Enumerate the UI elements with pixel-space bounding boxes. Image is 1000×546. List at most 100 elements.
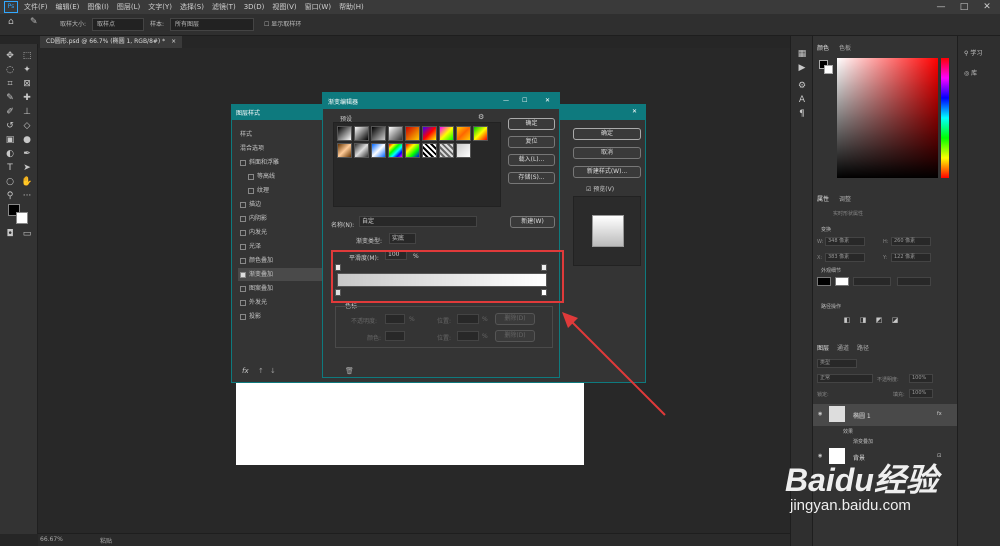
- w-field[interactable]: 348 像素: [825, 237, 865, 246]
- stop-location-input[interactable]: [457, 314, 479, 324]
- learn-button[interactable]: ⚲ 学习: [964, 48, 982, 57]
- subtract-icon[interactable]: ◨: [857, 314, 869, 326]
- brush-icon[interactable]: ✐: [4, 106, 16, 118]
- ls-new-style-button[interactable]: 新建样式(W)...: [573, 166, 641, 178]
- ls-drop-shadow-checkbox[interactable]: [240, 313, 246, 320]
- ls-inner-shadow[interactable]: 内阴影: [240, 212, 320, 225]
- crop-icon[interactable]: ⌗: [4, 78, 16, 90]
- preset-swatch[interactable]: [371, 143, 386, 158]
- hue-slider[interactable]: [941, 58, 949, 178]
- heal-icon[interactable]: ✚: [21, 92, 33, 104]
- fx-button[interactable]: fx: [242, 367, 249, 375]
- bucket-icon[interactable]: ▣: [4, 134, 16, 146]
- preset-swatch[interactable]: [439, 126, 454, 141]
- blend-mode-select[interactable]: 正常: [817, 374, 873, 383]
- menu-type[interactable]: 文字(Y): [148, 2, 172, 12]
- stop-color-swatch[interactable]: [385, 331, 405, 341]
- wand-icon[interactable]: ✦: [21, 64, 33, 76]
- stop-opacity-input[interactable]: [385, 314, 405, 324]
- move-up-button[interactable]: ↑: [258, 367, 264, 375]
- tab-color[interactable]: 颜色: [817, 43, 829, 52]
- menu-window[interactable]: 窗口(W): [305, 2, 331, 12]
- ls-bevel[interactable]: 斜面和浮雕: [240, 156, 320, 169]
- preset-swatch[interactable]: [337, 143, 352, 158]
- blur-icon[interactable]: ●: [21, 134, 33, 146]
- ls-styles[interactable]: 样式: [240, 128, 320, 141]
- preset-swatch[interactable]: [473, 126, 488, 141]
- presets-gear-icon[interactable]: ⚙: [478, 113, 484, 121]
- move-down-button[interactable]: ↓: [270, 367, 276, 375]
- gradient-type-select[interactable]: 实底: [389, 233, 416, 244]
- ge-ok-button[interactable]: 确定: [508, 118, 555, 130]
- sample-size-select[interactable]: 取样点: [92, 18, 144, 31]
- menu-edit[interactable]: 编辑(E): [56, 2, 80, 12]
- h-field[interactable]: 260 像素: [891, 237, 931, 246]
- ls-inner-glow-checkbox[interactable]: [240, 229, 246, 236]
- fill-field[interactable]: 100%: [909, 389, 933, 398]
- ls-satin[interactable]: 光泽: [240, 240, 320, 253]
- ls-contour-checkbox[interactable]: [248, 173, 254, 180]
- menu-filter[interactable]: 滤镜(T): [212, 2, 236, 12]
- hand-icon[interactable]: ✋: [21, 176, 33, 188]
- intersect-icon[interactable]: ◩: [873, 314, 885, 326]
- menu-image[interactable]: 图像(I): [87, 2, 109, 12]
- history-panel-icon[interactable]: ▦: [796, 48, 808, 60]
- stroke-width-field[interactable]: [853, 277, 891, 286]
- move-icon[interactable]: ✥: [4, 50, 16, 62]
- preset-swatch[interactable]: [456, 143, 471, 158]
- name-input[interactable]: 自定: [359, 216, 477, 227]
- stamp-icon[interactable]: ⊥: [21, 106, 33, 118]
- tab-paths[interactable]: 路径: [857, 343, 869, 352]
- ls-blending[interactable]: 混合选项: [240, 142, 320, 155]
- ls-texture[interactable]: 纹理: [248, 184, 328, 197]
- stop-delete-button[interactable]: 删除(D): [495, 313, 535, 325]
- layer-filter-select[interactable]: 类型: [817, 359, 857, 368]
- zoom-level[interactable]: 66.67%: [40, 536, 63, 543]
- close-window-button[interactable]: ✕: [976, 0, 998, 14]
- background-color[interactable]: [16, 212, 28, 224]
- menu-select[interactable]: 选择(S): [180, 2, 204, 12]
- sample-select[interactable]: 所有图层: [170, 18, 254, 31]
- preset-swatch[interactable]: [388, 143, 403, 158]
- pen-icon[interactable]: ✒: [21, 148, 33, 160]
- path-select-icon[interactable]: ➤: [21, 162, 33, 174]
- document-tab-close[interactable]: ×: [171, 38, 176, 45]
- ge-reset-button[interactable]: 复位: [508, 136, 555, 148]
- ls-pattern-overlay-checkbox[interactable]: [240, 285, 246, 292]
- eraser-icon[interactable]: ◇: [21, 120, 33, 132]
- preset-swatch[interactable]: [388, 126, 403, 141]
- ls-gradient-overlay[interactable]: 渐变叠加: [238, 268, 326, 281]
- show-ring-checkbox[interactable]: ☐ 显示取样环: [264, 19, 301, 28]
- character-panel-icon[interactable]: A: [796, 94, 808, 106]
- screen-mode-icon[interactable]: ▭: [21, 228, 33, 240]
- zoom-icon[interactable]: ⚲: [4, 190, 16, 202]
- ls-outer-glow-checkbox[interactable]: [240, 299, 246, 306]
- eyedropper-tool-icon[interactable]: ✎: [4, 92, 16, 104]
- ge-save-button[interactable]: 存储(S)...: [508, 172, 555, 184]
- layer-row-ellipse[interactable]: ◉ 椭圆 1 fx: [813, 404, 958, 426]
- menu-layer[interactable]: 图层(L): [117, 2, 140, 12]
- ls-color-overlay-checkbox[interactable]: [240, 257, 246, 264]
- ls-texture-checkbox[interactable]: [248, 187, 254, 194]
- ls-stroke[interactable]: 描边: [240, 198, 320, 211]
- stroke-style-field[interactable]: [897, 277, 931, 286]
- ls-drop-shadow[interactable]: 投影: [240, 310, 320, 323]
- ge-load-button[interactable]: 载入(L)...: [508, 154, 555, 166]
- actions-panel-icon[interactable]: ▶: [796, 62, 808, 74]
- x-field[interactable]: 383 像素: [825, 253, 865, 262]
- tab-channels[interactable]: 通道: [837, 343, 849, 352]
- quickmask-icon[interactable]: ◘: [4, 228, 16, 240]
- trash-icon[interactable]: 🗑: [345, 367, 354, 375]
- fill-swatch[interactable]: [817, 277, 831, 286]
- history-brush-icon[interactable]: ↺: [4, 120, 16, 132]
- ls-inner-shadow-checkbox[interactable]: [240, 215, 246, 222]
- home-icon[interactable]: ⌂: [8, 17, 14, 27]
- combine-icon[interactable]: ◧: [841, 314, 853, 326]
- y-field[interactable]: 122 像素: [891, 253, 931, 262]
- preset-swatch[interactable]: [422, 143, 437, 158]
- menu-help[interactable]: 帮助(H): [339, 2, 364, 12]
- adjust-panel-icon[interactable]: ⚙: [796, 80, 808, 92]
- ls-satin-checkbox[interactable]: [240, 243, 246, 250]
- ls-bevel-checkbox[interactable]: [240, 159, 246, 166]
- preset-swatch[interactable]: [405, 143, 420, 158]
